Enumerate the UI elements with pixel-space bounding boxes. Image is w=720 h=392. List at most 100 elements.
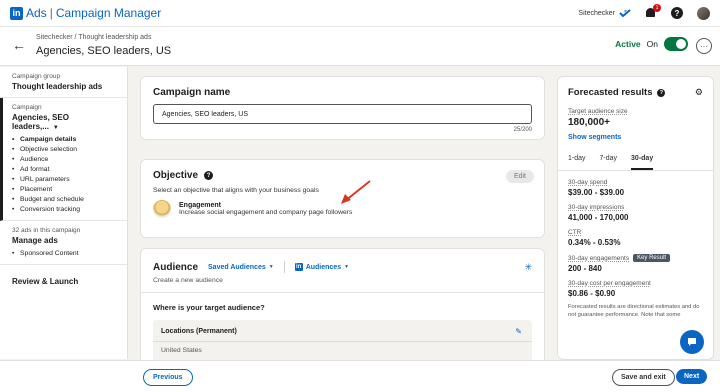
campaign-selector[interactable]: Agencies, SEO leaders,... ▼ xyxy=(12,113,115,131)
locations-label: Locations (Permanent) xyxy=(161,328,237,335)
audience-subtitle: Create a new audience xyxy=(153,277,223,284)
breadcrumb[interactable]: Sitechecker / Thought leadership ads xyxy=(36,34,151,41)
top-bar: in Ads | Campaign Manager Sitechecker 1 ? xyxy=(0,0,720,26)
bottom-bar: Previous Save and exit Next xyxy=(0,360,720,392)
account-switcher[interactable]: Sitechecker xyxy=(578,9,631,17)
objective-description: Increase social engagement and company p… xyxy=(179,209,353,216)
account-name: Sitechecker xyxy=(578,9,615,17)
campaign-name-input[interactable]: Agencies, SEO leaders, US xyxy=(153,104,532,124)
brand-title: Ads | Campaign Manager xyxy=(26,6,161,20)
edit-pencil-icon[interactable]: ✎ xyxy=(515,327,522,336)
audiences-label: Audiences xyxy=(305,263,342,271)
audience-card: Audience Saved Audiences ▼ in Audiences ▼ ✳… xyxy=(140,248,545,380)
tab-7-day[interactable]: 7-day xyxy=(600,149,618,170)
notification-badge: 1 xyxy=(653,4,661,12)
saved-audiences-dropdown[interactable]: Saved Audiences ▼ xyxy=(208,264,274,271)
verified-brand-icon xyxy=(619,9,631,17)
impressions-value: 41,000 - 170,000 xyxy=(568,213,629,222)
chevron-down-icon: ▼ xyxy=(344,264,350,270)
ctr-label: CTR xyxy=(568,229,582,236)
sidebar-item-ad-format[interactable]: Ad format xyxy=(12,164,115,174)
page-title: Agencies, SEO leaders, US xyxy=(36,45,172,57)
back-arrow-icon[interactable]: ← xyxy=(12,37,26,53)
campaign-header: ← Sitechecker / Thought leadership ads A… xyxy=(0,26,720,66)
status-on-label: On xyxy=(646,39,658,49)
ads-count-label: 32 ads in this campaign xyxy=(12,227,81,234)
campaign-status-toggle[interactable] xyxy=(664,37,688,51)
tab-1-day[interactable]: 1-day xyxy=(568,149,586,170)
engagements-value: 200 - 840 xyxy=(568,264,602,273)
location-value: United States xyxy=(153,341,532,354)
audience-title: Audience xyxy=(153,261,199,273)
forecast-panel: Forecasted results ? ⚙ Target audience s… xyxy=(557,76,714,360)
character-counter: 25/200 xyxy=(513,127,532,133)
more-options-icon[interactable]: ··· xyxy=(696,38,712,54)
chat-icon xyxy=(688,338,696,346)
spend-value: $39.00 - $39.00 xyxy=(568,188,625,197)
sidebar-item-url-parameters[interactable]: URL parameters xyxy=(12,174,115,184)
show-segments-link[interactable]: Show segments xyxy=(568,134,703,141)
campaign-status: Active On xyxy=(615,37,688,51)
sidebar-item-audience[interactable]: Audience xyxy=(12,154,115,164)
campaign-name-card: Campaign name Agencies, SEO leaders, US … xyxy=(140,76,545,140)
campaign-label: Campaign xyxy=(12,104,42,111)
manage-ads-link[interactable]: Manage ads xyxy=(12,236,115,245)
gear-icon[interactable]: ⚙ xyxy=(695,87,703,98)
sidebar-item-placement[interactable]: Placement xyxy=(12,184,115,194)
sidebar-item-objective[interactable]: Objective selection xyxy=(12,144,115,154)
audiences-dropdown[interactable]: in Audiences ▼ xyxy=(294,263,350,271)
sidebar-review[interactable]: Review & Launch xyxy=(0,265,127,292)
campaign-group-value: Thought leadership ads xyxy=(12,82,103,91)
audience-size-label: Target audience size xyxy=(568,108,628,115)
objective-card: Objective ? Edit Select an objective tha… xyxy=(140,159,545,238)
objective-name: Engagement xyxy=(179,202,222,209)
campaign-steps-list: Campaign details Objective selection Aud… xyxy=(12,134,115,214)
save-and-exit-button[interactable]: Save and exit xyxy=(612,369,675,386)
linkedin-mini-icon: in xyxy=(294,263,303,271)
trophy-icon xyxy=(153,200,171,218)
key-result-badge: Key Result xyxy=(633,254,671,262)
campaign-name-title: Campaign name xyxy=(153,87,231,98)
engagements-label: 30-day engagements xyxy=(568,254,630,262)
avatar[interactable] xyxy=(697,6,710,20)
help-icon[interactable]: ? xyxy=(671,7,683,19)
brand-separator: | xyxy=(49,6,53,20)
forecast-tabs: 1-day 7-day 30-day xyxy=(558,149,713,171)
brand-ads: Ads xyxy=(26,6,47,20)
audience-question: Where is your target audience? xyxy=(153,303,265,312)
sidebar-item-budget[interactable]: Budget and schedule xyxy=(12,194,115,204)
audience-size-value: 180,000+ xyxy=(568,117,610,128)
spend-label: 30-day spend xyxy=(568,179,608,186)
help-icon[interactable]: ? xyxy=(204,171,214,180)
linkedin-logo-icon[interactable]: in xyxy=(10,6,23,20)
saved-audiences-label: Saved Audiences xyxy=(208,263,266,271)
impressions-label: 30-day impressions xyxy=(568,204,625,211)
sidebar-item-sponsored-content[interactable]: Sponsored Content xyxy=(12,248,115,258)
ctr-value: 0.34% - 0.53% xyxy=(568,238,621,247)
objective-title: Objective xyxy=(153,170,199,181)
sidebar-campaign-group[interactable]: Campaign group Thought leadership ads xyxy=(0,67,127,98)
objective-edit-button[interactable]: Edit xyxy=(505,170,534,183)
cost-per-engagement-label: 30-day cost per engagement xyxy=(568,280,651,287)
sidebar-ads: 32 ads in this campaign Manage ads Spons… xyxy=(0,221,127,265)
chat-help-button[interactable] xyxy=(680,330,704,354)
forecast-footnote: Forecasted results are directional estim… xyxy=(568,304,700,318)
next-button[interactable]: Next xyxy=(676,369,708,384)
campaign-group-label: Campaign group xyxy=(12,73,61,80)
cost-per-engagement-value: $0.86 - $0.90 xyxy=(568,289,616,298)
sidebar-item-conversion[interactable]: Conversion tracking xyxy=(12,204,115,214)
review-launch-label: Review & Launch xyxy=(12,277,79,286)
sidebar: Campaign group Thought leadership ads Ca… xyxy=(0,67,128,359)
sidebar-item-campaign-details[interactable]: Campaign details xyxy=(12,134,115,144)
help-icon[interactable]: ? xyxy=(657,88,666,97)
tab-30-day[interactable]: 30-day xyxy=(631,149,654,170)
campaign-name-value: Agencies, SEO leaders, US xyxy=(162,110,248,118)
notifications-bell-icon[interactable]: 1 xyxy=(645,4,661,19)
chevron-down-icon: ▼ xyxy=(52,125,59,131)
ads-list: Sponsored Content xyxy=(12,248,115,258)
status-active-label: Active xyxy=(615,39,641,49)
sparkle-icon[interactable]: ✳ xyxy=(524,262,532,273)
annotation-arrow-icon xyxy=(341,180,371,204)
chevron-down-icon: ▼ xyxy=(268,264,274,270)
previous-button[interactable]: Previous xyxy=(143,369,193,386)
